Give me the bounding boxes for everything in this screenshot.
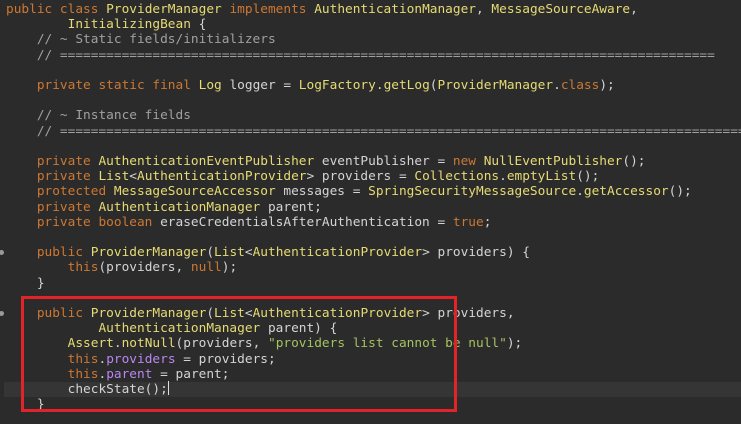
fold-marker-icon[interactable]	[0, 250, 4, 256]
code-line-text: private boolean eraseCredentialsAfterAut…	[6, 213, 492, 232]
code-token: AuthenticationProvider	[252, 245, 423, 261]
code-line-text: private static final Log logger = LogFac…	[6, 76, 615, 95]
code-token: AuthenticationManager	[314, 2, 476, 17]
code-line-text: // =====================================…	[6, 122, 741, 141]
code-token: );	[599, 78, 615, 93]
code-token: logger =	[221, 78, 299, 93]
code-token: > providers) {	[422, 245, 530, 261]
code-token: }	[6, 275, 45, 291]
code-token: ();	[622, 154, 646, 169]
code-token: ;	[483, 214, 492, 230]
code-token: ,	[476, 2, 492, 17]
code-token: private static final	[6, 78, 199, 93]
code-token: // =====================================…	[6, 123, 741, 139]
code-token: .	[375, 78, 384, 93]
code-token: (providers,	[98, 260, 191, 276]
code-token: .	[553, 78, 561, 93]
code-token: null	[190, 260, 222, 276]
code-token: true	[452, 214, 484, 230]
code-editor[interactable]: public class ProviderManager implements …	[0, 0, 741, 424]
code-token: (	[429, 78, 438, 93]
code-token: ();	[668, 184, 692, 200]
code-token: private boolean	[6, 214, 161, 230]
code-token: implements	[221, 2, 315, 17]
code-token: SpringSecurityMessageSource	[368, 184, 577, 200]
code-token: // =====================================…	[6, 47, 715, 63]
code-token: Log	[198, 78, 222, 93]
annotation-highlight-box	[21, 296, 457, 412]
code-token: ProviderManager	[437, 78, 554, 93]
code-line-text: // =====================================…	[6, 46, 715, 65]
fold-marker-icon[interactable]	[0, 311, 4, 316]
code-token: this	[67, 260, 99, 276]
code-token: );	[221, 260, 238, 276]
code-token: class	[560, 78, 600, 93]
code-token: <	[244, 245, 253, 261]
code-token: ,	[630, 2, 638, 17]
code-line-text: }	[6, 274, 45, 293]
code-token: MessageSourceAware	[491, 2, 631, 17]
code-token: .	[576, 184, 584, 200]
code-token: getLog	[383, 78, 430, 93]
code-token: );	[506, 336, 523, 352]
code-token: eraseCredentialsAfterAuthentication =	[160, 214, 453, 230]
code-token: getAccessor	[583, 184, 669, 200]
code-token: LogFactory	[298, 78, 376, 93]
